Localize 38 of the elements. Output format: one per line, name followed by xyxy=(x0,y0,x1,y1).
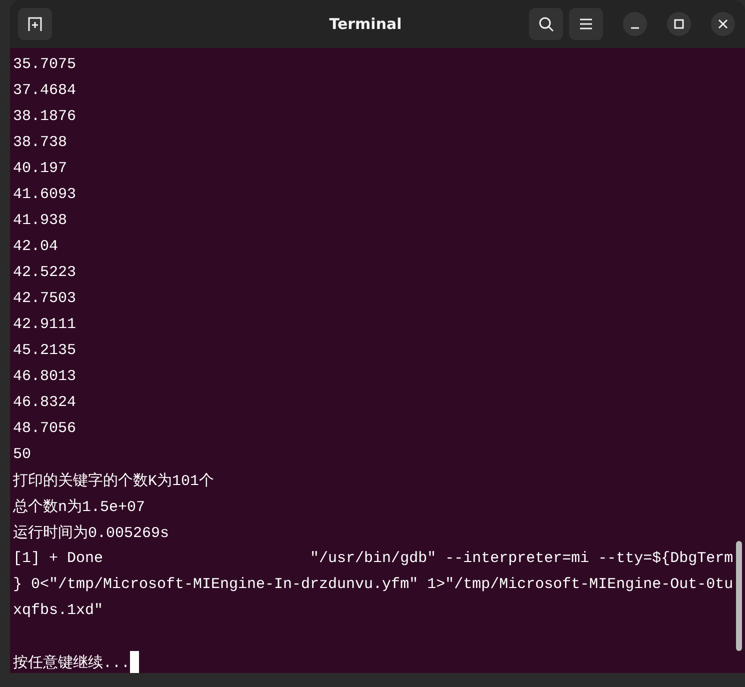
window-title: Terminal xyxy=(328,15,403,33)
terminal-output-line: 打印的关键字的个数K为101个 xyxy=(13,471,214,490)
terminal-output-line: 40.197 xyxy=(13,160,68,176)
new-tab-button[interactable] xyxy=(18,8,52,40)
minimize-icon xyxy=(630,27,640,29)
terminal-output-line: } 0<"/tmp/Microsoft-MIEngine-In-drzdunvu.yfm" 1>"/tmp/Microsoft-MIEngine-Out-0tu xyxy=(13,576,734,592)
close-icon xyxy=(718,19,728,29)
maximize-icon xyxy=(674,19,684,29)
scrollbar[interactable] xyxy=(736,541,742,651)
menu-button[interactable] xyxy=(569,8,603,40)
terminal-output-line: 38.738 xyxy=(13,134,68,150)
search-icon xyxy=(538,16,554,32)
terminal-output-line: 42.04 xyxy=(13,238,58,254)
text-cursor xyxy=(130,651,140,673)
terminal-output-line: 46.8013 xyxy=(13,368,76,384)
terminal-output-line: 42.9111 xyxy=(13,316,76,332)
new-tab-icon xyxy=(27,16,43,32)
minimize-button[interactable] xyxy=(623,12,647,36)
terminal-prompt: 按任意键继续... xyxy=(13,654,130,672)
terminal-output-line: 42.7503 xyxy=(13,290,76,306)
terminal-output-line: 37.4684 xyxy=(13,82,76,98)
close-button[interactable] xyxy=(711,12,735,36)
terminal-output-line: 46.8324 xyxy=(13,394,76,410)
menu-icon xyxy=(579,18,593,30)
terminal-output-line: 41.6093 xyxy=(13,186,76,202)
terminal-output-line: [1] + Done "/usr/bin/gdb" --interpreter=mi --tty=${DbgTerm xyxy=(13,550,734,566)
terminal-output-line: 42.5223 xyxy=(13,264,76,280)
search-button[interactable] xyxy=(529,8,563,40)
terminal-output-line: 41.938 xyxy=(13,212,68,228)
terminal-output-line: 35.7075 xyxy=(13,56,76,72)
terminal-output-line: 50 xyxy=(13,446,32,462)
terminal-output-line: 运行时间为0.005269s xyxy=(13,524,170,542)
terminal-output-line: xqfbs.1xd" xyxy=(13,602,104,618)
maximize-button[interactable] xyxy=(667,12,691,36)
terminal-output-line: 45.2135 xyxy=(13,342,76,358)
terminal-output-line: 48.7056 xyxy=(13,420,76,436)
terminal-output-line: 总个数n为1.5e+07 xyxy=(13,498,146,516)
terminal-output-line: 38.1876 xyxy=(13,108,76,124)
